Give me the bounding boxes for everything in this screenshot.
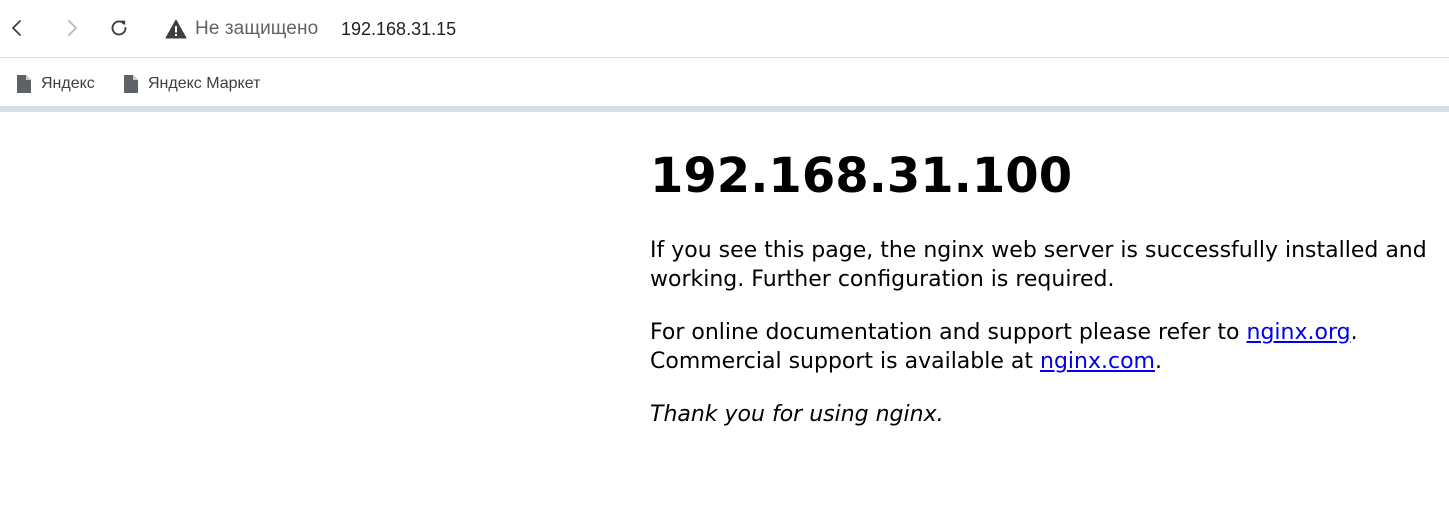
security-label: Не защищено [195, 18, 319, 39]
support-line-2: Commercial support is available at nginx… [650, 347, 1410, 376]
support-line-1: For online documentation and support ple… [650, 318, 1410, 347]
nginx-com-link[interactable]: nginx.com [1040, 349, 1155, 374]
support-text-1: For online documentation and support ple… [650, 320, 1247, 345]
url-field[interactable]: 192.168.31.15 [341, 16, 456, 42]
page-icon [15, 74, 33, 94]
support-end-1: . [1350, 320, 1358, 345]
bookmark-yandex[interactable]: Яндекс [15, 72, 95, 96]
chevron-right-icon [68, 20, 77, 36]
bookmark-label: Яндекс [41, 75, 95, 92]
support-end-2: . [1154, 349, 1162, 374]
security-indicator[interactable]: Не защищено [164, 14, 318, 44]
intro-line-1: If you see this page, the nginx web serv… [650, 238, 1427, 263]
intro-line-2: working. Further configuration is requir… [650, 267, 1115, 292]
bookmark-yandex-market[interactable]: Яндекс Маркет [122, 72, 260, 96]
thank-you-text: Thank you for using nginx. [650, 402, 944, 427]
reload-icon [111, 20, 127, 36]
page-icon [122, 74, 140, 94]
nginx-org-link[interactable]: nginx.org [1247, 320, 1351, 345]
warning-triangle-icon [164, 17, 188, 41]
browser-toolbar: Не защищено 192.168.31.15 [0, 0, 1449, 58]
web-page: 192.168.31.100 If you see this page, the… [0, 112, 1449, 523]
support-paragraph: For online documentation and support ple… [650, 318, 1410, 376]
support-text-2: Commercial support is available at [650, 349, 1040, 374]
chevron-left-icon [12, 20, 21, 36]
page-title: 192.168.31.100 [650, 148, 1073, 204]
intro-paragraph: If you see this page, the nginx web serv… [650, 236, 1427, 294]
back-button[interactable] [3, 14, 31, 42]
bookmark-label: Яндекс Маркет [148, 75, 261, 92]
forward-button[interactable] [58, 14, 86, 42]
reload-button[interactable] [105, 14, 133, 42]
bookmarks-bar: Яндекс Яндекс Маркет [0, 59, 1449, 106]
